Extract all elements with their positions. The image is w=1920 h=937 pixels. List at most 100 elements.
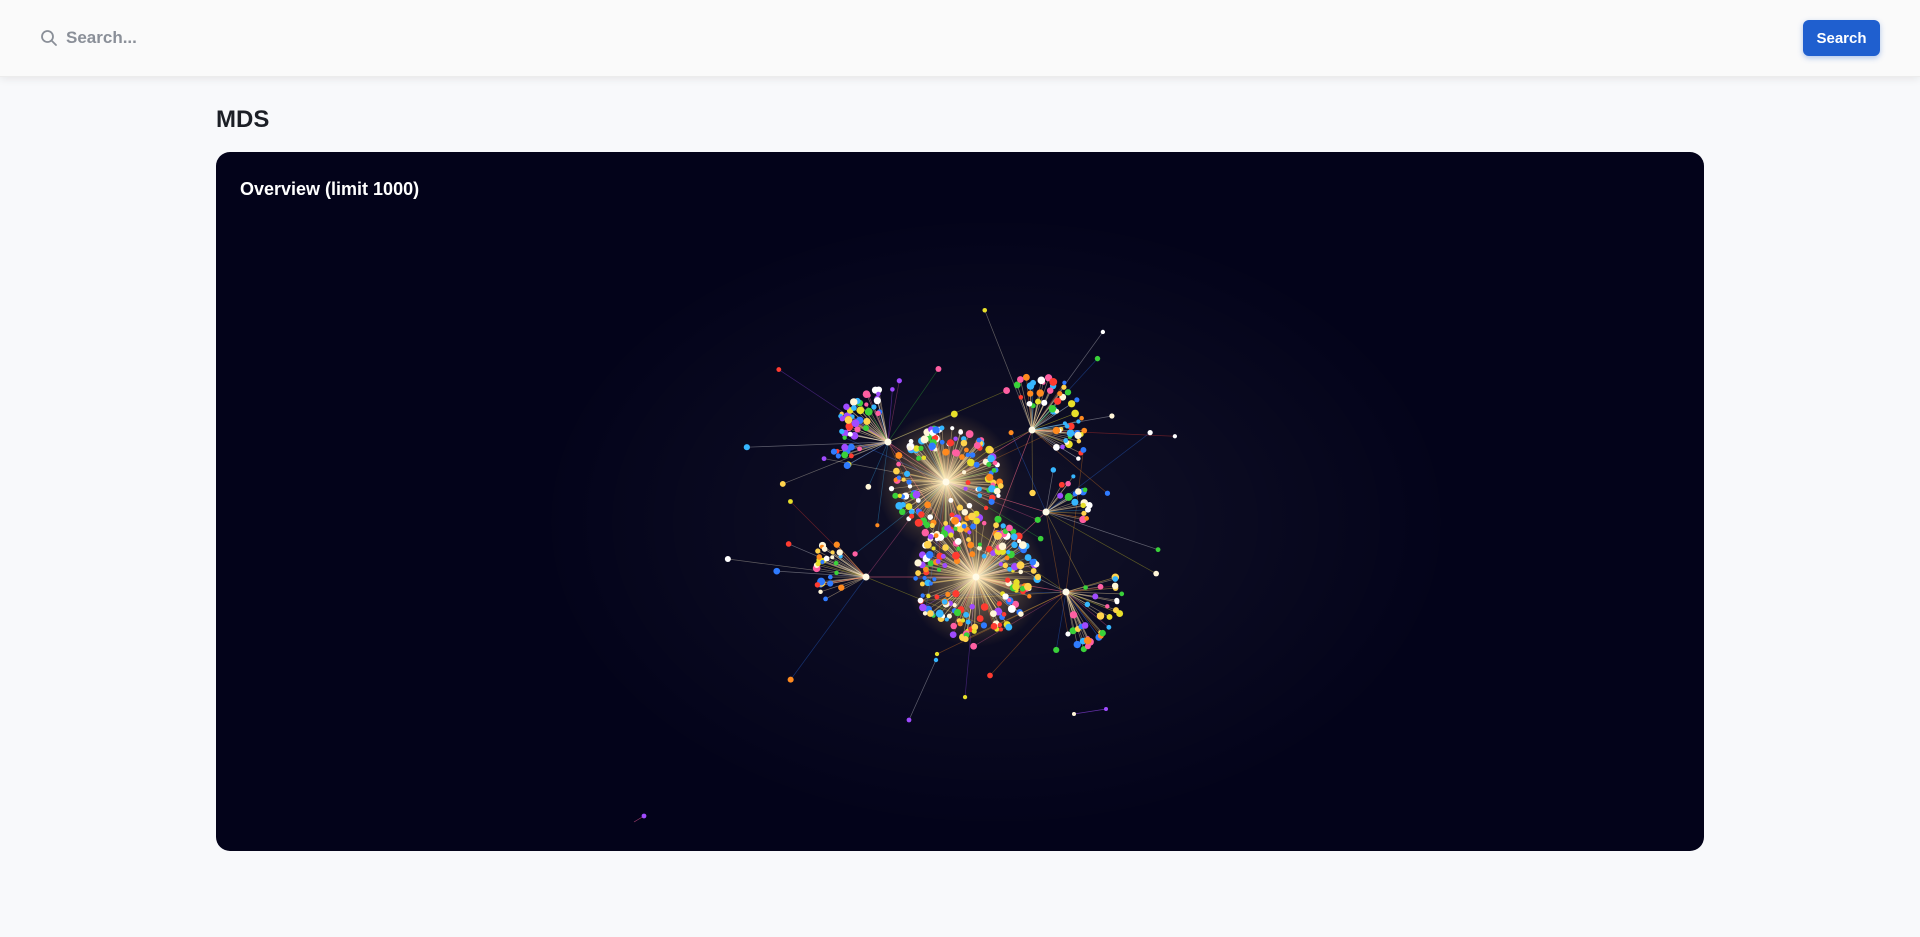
graph-node[interactable] (905, 503, 913, 510)
graph-node[interactable] (1010, 533, 1018, 541)
graph-node[interactable] (912, 490, 921, 499)
graph-node[interactable] (1018, 611, 1024, 617)
graph-node[interactable] (994, 515, 1002, 523)
graph-node[interactable] (1027, 594, 1032, 599)
graph-node[interactable] (950, 426, 955, 431)
graph-node[interactable] (907, 446, 912, 451)
graph-node[interactable] (862, 573, 870, 581)
graph-node[interactable] (1076, 419, 1081, 424)
graph-node[interactable] (919, 603, 927, 612)
graph-node[interactable] (1018, 569, 1024, 575)
graph-node[interactable] (1057, 390, 1063, 397)
graph-node[interactable] (841, 443, 849, 451)
graph-node[interactable] (993, 531, 1002, 540)
graph-node[interactable] (935, 366, 942, 372)
graph-node[interactable] (843, 403, 850, 410)
graph-node[interactable] (933, 533, 939, 538)
graph-node[interactable] (1069, 611, 1078, 619)
graph-node[interactable] (1005, 577, 1011, 583)
graph-node[interactable] (856, 406, 865, 415)
network-graph-canvas[interactable] (216, 152, 1704, 851)
graph-node[interactable] (1083, 636, 1092, 645)
graph-node[interactable] (1046, 387, 1054, 394)
graph-node[interactable] (1012, 582, 1020, 591)
graph-node[interactable] (641, 813, 647, 819)
graph-node[interactable] (1067, 400, 1076, 408)
graph-node[interactable] (1084, 516, 1090, 521)
graph-node[interactable] (1100, 329, 1106, 335)
graph-node[interactable] (976, 615, 984, 622)
graph-node[interactable] (1000, 523, 1006, 529)
graph-node[interactable] (1111, 582, 1119, 590)
graph-node[interactable] (942, 544, 949, 551)
graph-node[interactable] (997, 483, 1004, 489)
graph-node[interactable] (1072, 712, 1076, 716)
graph-node[interactable] (836, 549, 843, 556)
graph-node[interactable] (1064, 423, 1070, 429)
graph-node[interactable] (952, 449, 961, 457)
graph-node[interactable] (1006, 524, 1013, 532)
graph-node[interactable] (821, 456, 827, 462)
graph-node[interactable] (895, 502, 904, 510)
graph-node[interactable] (1094, 355, 1101, 362)
graph-node[interactable] (1104, 707, 1108, 711)
graph-node[interactable] (815, 560, 821, 567)
graph-node[interactable] (950, 622, 957, 630)
graph-node[interactable] (934, 594, 940, 600)
graph-node[interactable] (967, 530, 972, 535)
graph-node[interactable] (996, 493, 1001, 498)
graph-node[interactable] (892, 492, 899, 499)
graph-node[interactable] (1037, 376, 1046, 385)
graph-node[interactable] (724, 555, 731, 563)
graph-node[interactable] (922, 611, 928, 616)
graph-node[interactable] (918, 445, 924, 451)
graph-node[interactable] (939, 439, 945, 445)
graph-node[interactable] (1002, 593, 1009, 600)
graph-node[interactable] (1037, 535, 1044, 542)
graph-node[interactable] (921, 455, 927, 461)
graph-node[interactable] (844, 416, 853, 424)
graph-node[interactable] (927, 514, 934, 520)
graph-node[interactable] (958, 429, 964, 435)
graph-node[interactable] (971, 628, 977, 634)
graph-node[interactable] (1002, 562, 1009, 569)
graph-node[interactable] (982, 307, 988, 313)
graph-node[interactable] (896, 475, 902, 480)
graph-node[interactable] (923, 521, 931, 529)
graph-node[interactable] (1105, 604, 1110, 609)
graph-node[interactable] (1081, 622, 1089, 629)
graph-node[interactable] (937, 567, 942, 572)
graph-node[interactable] (823, 555, 830, 562)
graph-node[interactable] (963, 611, 970, 618)
graph-node[interactable] (934, 651, 940, 657)
graph-node[interactable] (1026, 382, 1035, 390)
graph-node[interactable] (1011, 541, 1018, 549)
graph-node[interactable] (785, 541, 792, 547)
graph-node[interactable] (923, 566, 929, 573)
graph-node[interactable] (1065, 480, 1071, 487)
graph-node[interactable] (949, 512, 955, 518)
graph-node[interactable] (931, 546, 936, 551)
graph-node[interactable] (779, 481, 786, 487)
graph-node[interactable] (917, 597, 924, 604)
graph-node[interactable] (863, 425, 869, 432)
search-field[interactable] (40, 24, 666, 52)
graph-node[interactable] (953, 608, 962, 617)
graph-node[interactable] (884, 438, 892, 446)
graph-node[interactable] (948, 532, 954, 538)
graph-node[interactable] (926, 610, 934, 617)
graph-node[interactable] (818, 589, 823, 595)
graph-node[interactable] (839, 415, 846, 422)
graph-node[interactable] (820, 559, 825, 565)
graph-node[interactable] (1001, 612, 1007, 617)
graph-node[interactable] (952, 551, 960, 560)
graph-node[interactable] (871, 404, 877, 410)
graph-node[interactable] (1062, 588, 1070, 596)
graph-node[interactable] (866, 393, 871, 398)
graph-node[interactable] (1065, 631, 1071, 637)
graph-node[interactable] (998, 627, 1004, 632)
graph-node[interactable] (948, 497, 954, 503)
graph-node[interactable] (1004, 555, 1010, 561)
graph-node[interactable] (960, 439, 968, 447)
graph-node[interactable] (1041, 399, 1048, 406)
